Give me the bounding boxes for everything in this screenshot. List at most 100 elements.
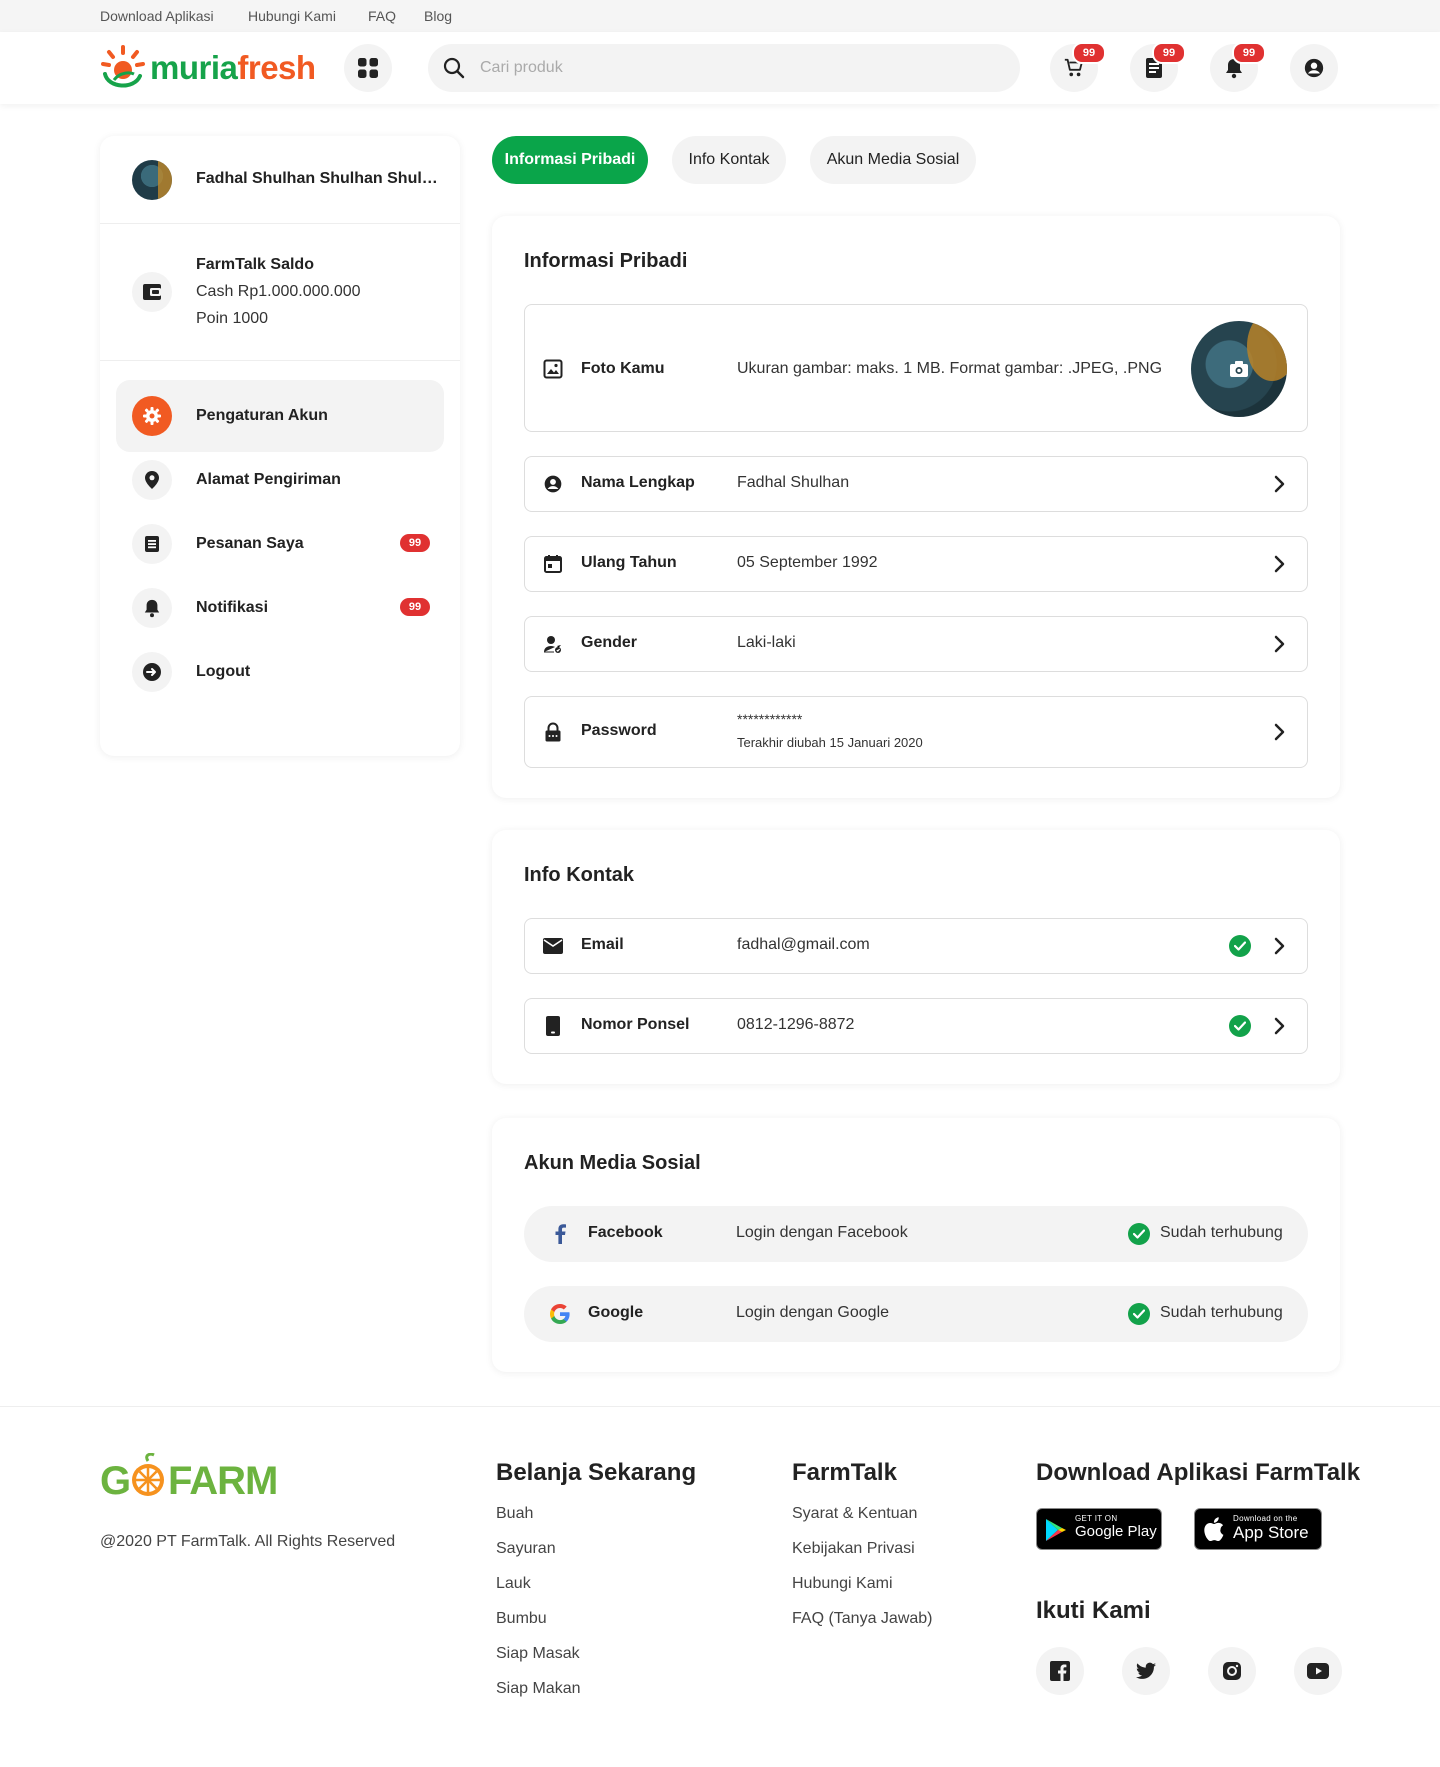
twitter-social-button[interactable] [1122, 1647, 1170, 1695]
facebook-icon [548, 1222, 572, 1246]
social-accounts-card: Akun Media Sosial Facebook Login dengan … [492, 1118, 1340, 1372]
tab-social-accounts[interactable]: Akun Media Sosial [810, 136, 976, 184]
logo-sun-icon [101, 45, 145, 88]
copyright: @2020 PT FarmTalk. All Rights Reserved [100, 1533, 396, 1550]
google-login-text: Login dengan Google [736, 1304, 890, 1321]
contact-us-link[interactable]: Hubungi Kami [248, 8, 336, 24]
facebook-social-button[interactable] [1036, 1647, 1084, 1695]
phone-row[interactable]: Nomor Ponsel 0812-1296-8872 [524, 998, 1308, 1054]
footer-link-siap-makan[interactable]: Siap Makan [496, 1680, 581, 1698]
password-label: Password [581, 722, 657, 739]
tab-personal-info[interactable]: Informasi Pribadi [492, 136, 648, 184]
farmtalk-balance[interactable]: FarmTalk Saldo Cash Rp1.000.000.000 Poin… [100, 224, 460, 361]
chevron-right-icon [1274, 635, 1285, 653]
location-pin-icon [145, 471, 159, 489]
search-input[interactable] [480, 56, 980, 80]
google-label: Google [588, 1304, 644, 1321]
notifications-count-badge: 99 [400, 598, 430, 616]
card-title: Akun Media Sosial [524, 1152, 701, 1174]
password-row[interactable]: Password ************ Terakhir diubah 15… [524, 696, 1308, 768]
sidebar-item-shipping-address[interactable]: Alamat Pengiriman [116, 444, 444, 516]
facebook-row[interactable]: Facebook Login dengan Facebook Sudah ter… [524, 1206, 1308, 1262]
footer-link-buah[interactable]: Buah [496, 1505, 533, 1523]
google-status: Sudah terhubung [1160, 1304, 1283, 1321]
youtube-icon [1307, 1663, 1329, 1679]
photo-label: Foto Kamu [581, 360, 665, 377]
document-icon [145, 536, 159, 552]
contact-info-card: Info Kontak Email fadhal@gmail.com Nomor… [492, 830, 1340, 1084]
connected-check-icon [1128, 1303, 1150, 1325]
sidebar-user: Fadhal Shulhan Shulhan Shulhan [100, 136, 460, 224]
profile-photo[interactable] [1191, 321, 1287, 417]
location-icon-circle [132, 460, 172, 500]
wallet-icon-circle [132, 272, 172, 312]
sidebar-item-logout[interactable]: Logout [116, 636, 444, 708]
password-last-changed: Terakhir diubah 15 Januari 2020 [737, 735, 923, 750]
birthday-value: 05 September 1992 [737, 554, 878, 571]
phone-value: 0812-1296-8872 [737, 1016, 855, 1033]
wallet-icon [143, 284, 161, 300]
orders-count-badge: 99 [400, 534, 430, 552]
calendar-icon [541, 552, 565, 576]
top-links-bar: Download Aplikasi Hubungi Kami FAQ Blog [0, 0, 1440, 32]
gofarm-logo[interactable]: G FARM [100, 1453, 280, 1503]
orders-badge: 99 [1152, 42, 1186, 64]
email-value: fadhal@gmail.com [737, 936, 870, 953]
sidebar-item-my-orders[interactable]: Pesanan Saya 99 [116, 508, 444, 580]
footer-link-contact[interactable]: Hubungi Kami [792, 1575, 893, 1593]
account-button[interactable] [1290, 44, 1338, 92]
facebook-status: Sudah terhubung [1160, 1224, 1283, 1241]
gender-row[interactable]: Gender Laki-laki [524, 616, 1308, 672]
categories-button[interactable] [344, 44, 392, 92]
google-play-text: Google Play [1075, 1523, 1157, 1540]
apple-icon [1204, 1517, 1224, 1541]
faq-link[interactable]: FAQ [368, 8, 396, 24]
email-row[interactable]: Email fadhal@gmail.com [524, 918, 1308, 974]
user-circle-icon [1304, 58, 1324, 78]
full-name-label: Nama Lengkap [581, 474, 695, 491]
chevron-right-icon [1274, 475, 1285, 493]
blog-link[interactable]: Blog [424, 8, 452, 24]
download-app-heading: Download Aplikasi FarmTalk [1036, 1459, 1361, 1486]
phone-label: Nomor Ponsel [581, 1016, 690, 1033]
facebook-icon [1050, 1661, 1070, 1681]
muriafresh-logo[interactable]: muriafresh [100, 44, 320, 90]
footer-link-faq[interactable]: FAQ (Tanya Jawab) [792, 1610, 933, 1628]
notifications-button[interactable]: 99 [1210, 42, 1266, 92]
site-footer: G FARM @2020 PT FarmTalk. All Rights Res… [0, 1406, 1440, 1767]
sidebar-item-account-settings[interactable]: Pengaturan Akun [116, 380, 444, 452]
sidebar-item-label: Logout [196, 663, 251, 680]
verified-check-icon [1229, 1015, 1251, 1037]
footer-link-terms[interactable]: Syarat & Kentuan [792, 1505, 917, 1523]
tab-contact-info[interactable]: Info Kontak [672, 136, 786, 184]
instagram-social-button[interactable] [1208, 1647, 1256, 1695]
google-row[interactable]: Google Login dengan Google Sudah terhubu… [524, 1286, 1308, 1342]
full-name-row[interactable]: Nama Lengkap Fadhal Shulhan [524, 456, 1308, 512]
cart-badge: 99 [1072, 42, 1106, 64]
orders-button[interactable]: 99 [1130, 42, 1186, 92]
logout-icon [143, 663, 161, 681]
app-store-button[interactable]: Download on the App Store [1194, 1508, 1322, 1550]
google-play-button[interactable]: GET IT ON Google Play [1036, 1508, 1162, 1550]
footer-link-privacy[interactable]: Kebijakan Privasi [792, 1540, 915, 1558]
gear-icon-circle [132, 396, 172, 436]
download-app-link[interactable]: Download Aplikasi [100, 8, 214, 24]
bell-icon [144, 599, 160, 618]
password-value: ************ [737, 711, 803, 727]
footer-link-lauk[interactable]: Lauk [496, 1575, 531, 1593]
user-name: Fadhal Shulhan Shulhan Shulhan [196, 170, 441, 187]
gender-value: Laki-laki [737, 634, 796, 651]
balance-title: FarmTalk Saldo [196, 256, 314, 273]
footer-link-bumbu[interactable]: Bumbu [496, 1610, 547, 1628]
chevron-right-icon [1274, 937, 1285, 955]
cart-button[interactable]: 99 [1050, 42, 1106, 92]
sidebar-item-notifications[interactable]: Notifikasi 99 [116, 572, 444, 644]
chevron-right-icon [1274, 555, 1285, 573]
twitter-icon [1136, 1662, 1156, 1679]
birthday-row[interactable]: Ulang Tahun 05 September 1992 [524, 536, 1308, 592]
youtube-social-button[interactable] [1294, 1647, 1342, 1695]
footer-link-siap-masak[interactable]: Siap Masak [496, 1645, 580, 1663]
sidebar-item-label: Notifikasi [196, 599, 269, 616]
logout-icon-circle [132, 652, 172, 692]
footer-link-sayuran[interactable]: Sayuran [496, 1540, 556, 1558]
